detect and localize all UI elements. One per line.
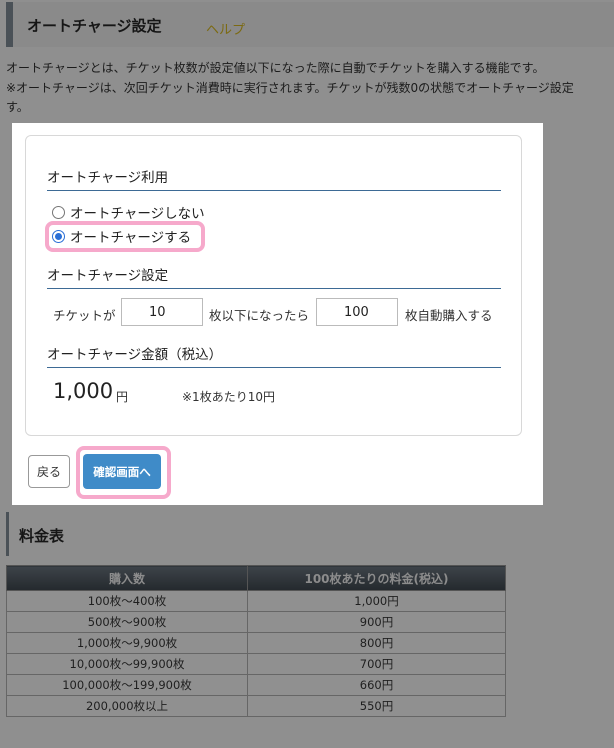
page-header: オートチャージ設定 ヘルプ bbox=[6, 2, 614, 47]
description-line: す。 bbox=[6, 100, 29, 114]
threshold-middle-label: 枚以下になったら bbox=[209, 308, 310, 323]
settings-panel: オートチャージ利用 オートチャージしない オートチャージする オートチャージ設定… bbox=[25, 135, 522, 436]
section-accent-bar bbox=[6, 512, 9, 556]
amount-section-title: オートチャージ金額（税込） bbox=[47, 343, 501, 368]
threshold-prefix-label: チケットが bbox=[53, 308, 116, 323]
purchase-suffix-label: 枚自動購入する bbox=[405, 308, 493, 323]
back-button[interactable]: 戻る bbox=[28, 455, 70, 488]
radio-option-disable[interactable]: オートチャージしない bbox=[52, 202, 205, 222]
column-header: 購入数 bbox=[6, 565, 248, 591]
threshold-input[interactable] bbox=[121, 298, 203, 326]
table-cell: 900円 bbox=[247, 611, 506, 633]
settings-section-title: オートチャージ設定 bbox=[47, 264, 501, 289]
table-row: 200,000枚以上 550円 bbox=[6, 695, 506, 717]
table-cell: 700円 bbox=[247, 653, 506, 675]
radio-option-enable[interactable]: オートチャージする bbox=[52, 226, 191, 246]
radio-button-checked[interactable] bbox=[52, 229, 65, 243]
radio-button-unchecked[interactable] bbox=[52, 205, 65, 219]
page-title: オートチャージ設定 bbox=[27, 17, 162, 35]
price-table: 購入数 100枚あたりの料金(税込) 100枚～400枚 1,000円 500枚… bbox=[6, 565, 506, 717]
table-row: 10,000枚～99,900枚 700円 bbox=[6, 653, 506, 675]
table-cell: 500枚～900枚 bbox=[6, 611, 248, 633]
confirm-screen-button[interactable]: 確認画面へ bbox=[83, 454, 161, 489]
table-cell: 660円 bbox=[247, 674, 506, 696]
table-cell: 100枚～400枚 bbox=[6, 590, 248, 612]
purchase-count-input[interactable] bbox=[316, 298, 398, 326]
description-line: オートチャージとは、チケット枚数が設定値以下になった際に自動でチケットを購入する… bbox=[6, 61, 545, 75]
radio-label: オートチャージする bbox=[70, 230, 192, 246]
table-cell: 1,000円 bbox=[247, 590, 506, 612]
price-table-title: 料金表 bbox=[19, 527, 65, 545]
charge-amount-value: 1,000 bbox=[53, 379, 114, 403]
charge-amount-unit: 円 bbox=[116, 390, 129, 404]
table-cell: 800円 bbox=[247, 632, 506, 654]
table-cell: 550円 bbox=[247, 695, 506, 717]
table-row: 500枚～900枚 900円 bbox=[6, 611, 506, 633]
table-row: 100,000枚～199,900枚 660円 bbox=[6, 674, 506, 696]
table-cell: 1,000枚～9,900枚 bbox=[6, 632, 248, 654]
description-line: ※オートチャージは、次回チケット消費時に実行されます。チケットが残数0の状態でオ… bbox=[6, 81, 574, 95]
help-link[interactable]: ヘルプ bbox=[206, 19, 245, 38]
table-cell: 10,000枚～99,900枚 bbox=[6, 653, 248, 675]
table-cell: 100,000枚～199,900枚 bbox=[6, 674, 248, 696]
usage-section-title: オートチャージ利用 bbox=[47, 166, 501, 191]
table-row: 100枚～400枚 1,000円 bbox=[6, 590, 506, 612]
radio-label: オートチャージしない bbox=[70, 206, 205, 222]
table-header-row: 購入数 100枚あたりの料金(税込) bbox=[6, 565, 506, 591]
auto-charge-modal: オートチャージ利用 オートチャージしない オートチャージする オートチャージ設定… bbox=[12, 123, 543, 505]
table-row: 1,000枚～9,900枚 800円 bbox=[6, 632, 506, 654]
table-cell: 200,000枚以上 bbox=[6, 695, 248, 717]
column-header: 100枚あたりの料金(税込) bbox=[247, 565, 506, 591]
charge-amount-note: ※1枚あたり10円 bbox=[182, 390, 275, 404]
